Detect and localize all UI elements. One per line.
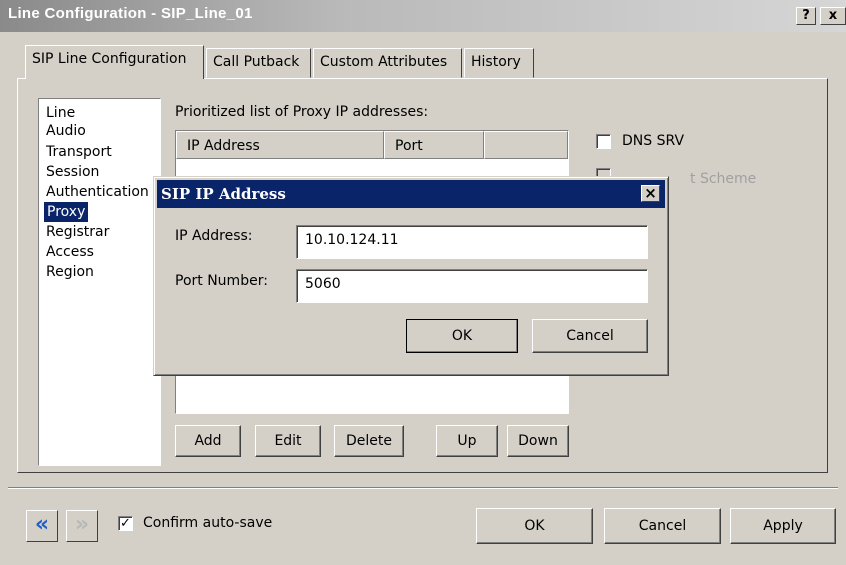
dns-srv-label: DNS SRV [622,133,685,149]
window-title-bar[interactable]: Line Configuration - SIP_Line_01 ? x [0,0,846,32]
section-item-authentication[interactable]: Authentication [46,182,149,202]
dialog-cancel-button[interactable]: Cancel [532,319,648,353]
ip-address-label: IP Address: [175,228,253,244]
tab-call-putback[interactable]: Call Putback [206,48,311,78]
section-item-line[interactable]: Line [46,103,75,123]
section-item-region[interactable]: Region [46,262,94,282]
add-button[interactable]: Add [175,425,241,457]
section-item-proxy[interactable]: Proxy [44,202,89,222]
confirm-auto-save-label: Confirm auto-save [143,515,273,531]
ip-address-input[interactable]: 10.10.124.11 [296,225,648,259]
tab-label: Call Putback [213,54,300,70]
sip-ip-address-dialog[interactable]: SIP IP Address × IP Address: 10.10.124.1… [153,176,669,376]
proxy-list-label: Prioritized list of Proxy IP addresses: [175,104,429,120]
tab-custom-attributes[interactable]: Custom Attributes [313,48,462,78]
confirm-auto-save-checkbox[interactable]: ✓ [118,516,133,531]
ok-button[interactable]: OK [476,508,593,544]
footer-separator [8,487,838,489]
dialog-title-bar[interactable]: SIP IP Address × [157,180,665,208]
edit-button[interactable]: Edit [255,425,321,457]
port-number-input[interactable]: 5060 [296,269,648,303]
dns-srv-checkbox[interactable] [596,134,611,149]
column-header-port[interactable]: Port [384,131,484,159]
next-arrow-icon[interactable]: » [66,510,98,542]
dialog-close-button[interactable]: × [641,185,660,202]
hidden-option-label: t Scheme [690,171,757,187]
tab-label: History [471,54,521,70]
section-item-access[interactable]: Access [46,242,94,262]
section-item-audio[interactable]: Audio [46,121,86,141]
close-button[interactable]: x [820,7,846,25]
tab-history[interactable]: History [464,48,534,78]
section-list[interactable]: Line Audio Transport Session Authenticat… [38,98,161,466]
section-item-registrar[interactable]: Registrar [46,222,109,242]
port-number-label: Port Number: [175,273,268,289]
help-button[interactable]: ? [796,7,816,25]
section-item-session[interactable]: Session [46,162,99,182]
up-button[interactable]: Up [436,425,498,457]
dialog-ok-button[interactable]: OK [406,319,518,353]
section-item-transport[interactable]: Transport [46,142,112,162]
dialog-title: SIP IP Address [161,185,286,203]
delete-button[interactable]: Delete [334,425,404,457]
tab-label: SIP Line Configuration [32,51,187,67]
tab-label: Custom Attributes [320,54,448,70]
down-button[interactable]: Down [507,425,569,457]
column-header-blank[interactable] [484,131,568,159]
previous-arrow-icon[interactable]: « [26,510,58,542]
cancel-button[interactable]: Cancel [604,508,721,544]
window-title: Line Configuration - SIP_Line_01 [8,5,253,22]
tab-sip-line-configuration[interactable]: SIP Line Configuration [25,45,204,79]
apply-button[interactable]: Apply [730,508,836,544]
column-header-ip-address[interactable]: IP Address [176,131,384,159]
